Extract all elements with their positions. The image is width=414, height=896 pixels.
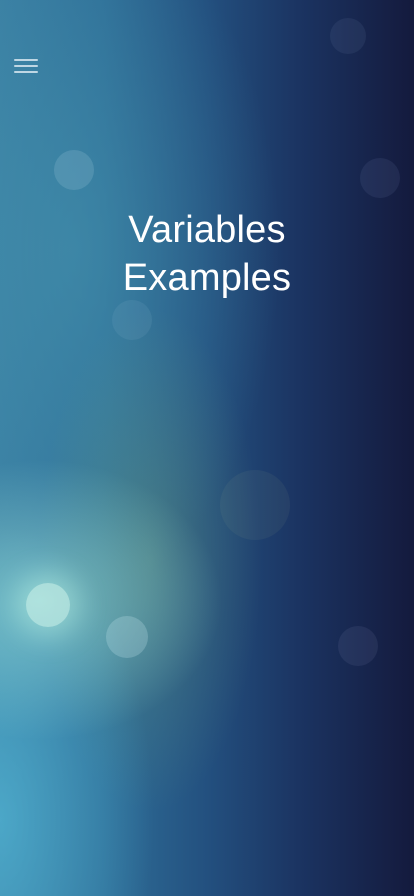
background-bokeh (106, 616, 148, 658)
background-bokeh (112, 300, 152, 340)
background-bokeh (330, 18, 366, 54)
background-bokeh (360, 158, 400, 198)
background-bokeh (220, 470, 290, 540)
menu-icon-bar (14, 59, 38, 61)
hamburger-menu-icon[interactable] (14, 56, 40, 76)
background-bokeh (338, 626, 378, 666)
app-screen: Variables Examples (0, 0, 414, 896)
page-title: Variables Examples (0, 206, 414, 302)
page-title-line-2: Examples (122, 257, 292, 299)
background-bokeh (26, 583, 70, 627)
menu-icon-bar (14, 71, 38, 73)
background-bokeh (54, 150, 94, 190)
page-title-line-1: Variables (128, 209, 286, 251)
menu-icon-bar (14, 65, 38, 67)
